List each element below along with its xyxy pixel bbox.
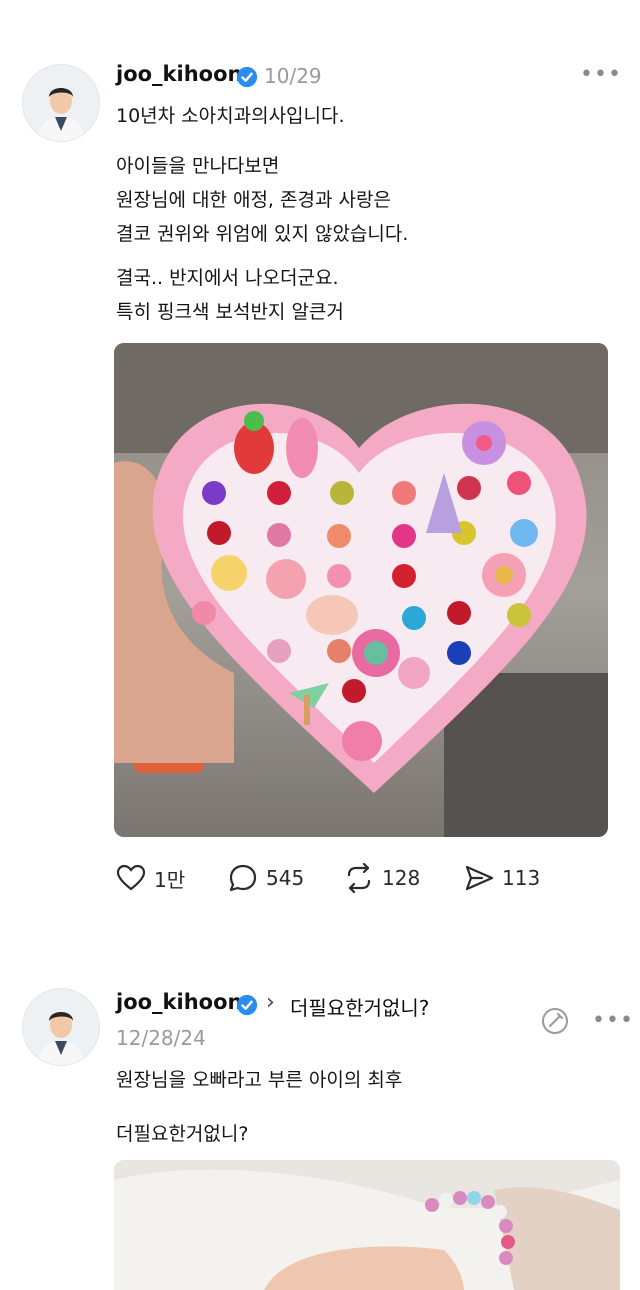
post-text-line: 아이들을 만나다보면: [116, 155, 280, 177]
username[interactable]: joo_kihoon: [116, 990, 242, 1014]
post-text-line: 10년차 소아치과의사입니다.: [116, 105, 345, 127]
post-date: 12/28/24: [116, 1026, 206, 1050]
post-date: 10/29: [264, 64, 322, 88]
send-icon: [465, 865, 494, 891]
post-text-line: 특히 핑크색 보석반지 알큰거: [116, 301, 344, 323]
comment-icon: [229, 864, 257, 892]
comment-button[interactable]: 545: [226, 858, 304, 898]
post-text-line: 원장님에 대한 애정, 존경과 사랑은: [116, 189, 391, 211]
verified-badge-icon: [236, 994, 258, 1016]
reply-to-label[interactable]: 더필요한거없니?: [290, 992, 429, 1021]
chevron-right-icon: ›: [266, 990, 275, 1015]
heart-icon: [116, 864, 146, 891]
comment-count: 545: [266, 866, 305, 890]
post-text-line: 결국.. 반지에서 나오더군요.: [116, 267, 339, 289]
more-options-icon[interactable]: •••: [580, 62, 622, 87]
profile-photo: [23, 65, 99, 141]
post-text-line: 결코 권위와 위엄에 있지 않았습니다.: [116, 223, 409, 245]
heart-ring-box-photo: [114, 343, 608, 837]
repost-icon: [347, 862, 371, 894]
avatar[interactable]: [22, 988, 100, 1066]
thread-post: joo_kihoon › 더필요한거없니? 12/28/24 ••• 원장님을 …: [0, 960, 640, 1290]
more-options-icon[interactable]: •••: [592, 1008, 634, 1033]
username[interactable]: joo_kihoon: [116, 62, 242, 86]
post-image[interactable]: [114, 343, 608, 837]
repost-button[interactable]: 128: [342, 858, 420, 898]
bracelet-photo: [114, 1160, 620, 1290]
profile-photo: [23, 989, 99, 1065]
edit-icon[interactable]: [540, 1006, 570, 1036]
repost-count: 128: [382, 866, 421, 890]
post-actions: 1만 545 128 113: [114, 858, 584, 898]
post-image[interactable]: [114, 1160, 620, 1290]
post-text-line: 더필요한거없니?: [116, 1123, 249, 1145]
post-text-line: 원장님을 오빠라고 부른 아이의 최후: [116, 1069, 403, 1091]
share-count: 113: [502, 866, 541, 890]
thread-post: joo_kihoon 10/29 ••• 10년차 소아치과의사입니다. 아이들…: [0, 0, 640, 930]
like-count: 1만: [154, 867, 186, 892]
verified-badge-icon: [236, 66, 258, 88]
avatar[interactable]: [22, 64, 100, 142]
share-button[interactable]: 113: [462, 858, 540, 898]
like-button[interactable]: 1만: [114, 858, 185, 898]
